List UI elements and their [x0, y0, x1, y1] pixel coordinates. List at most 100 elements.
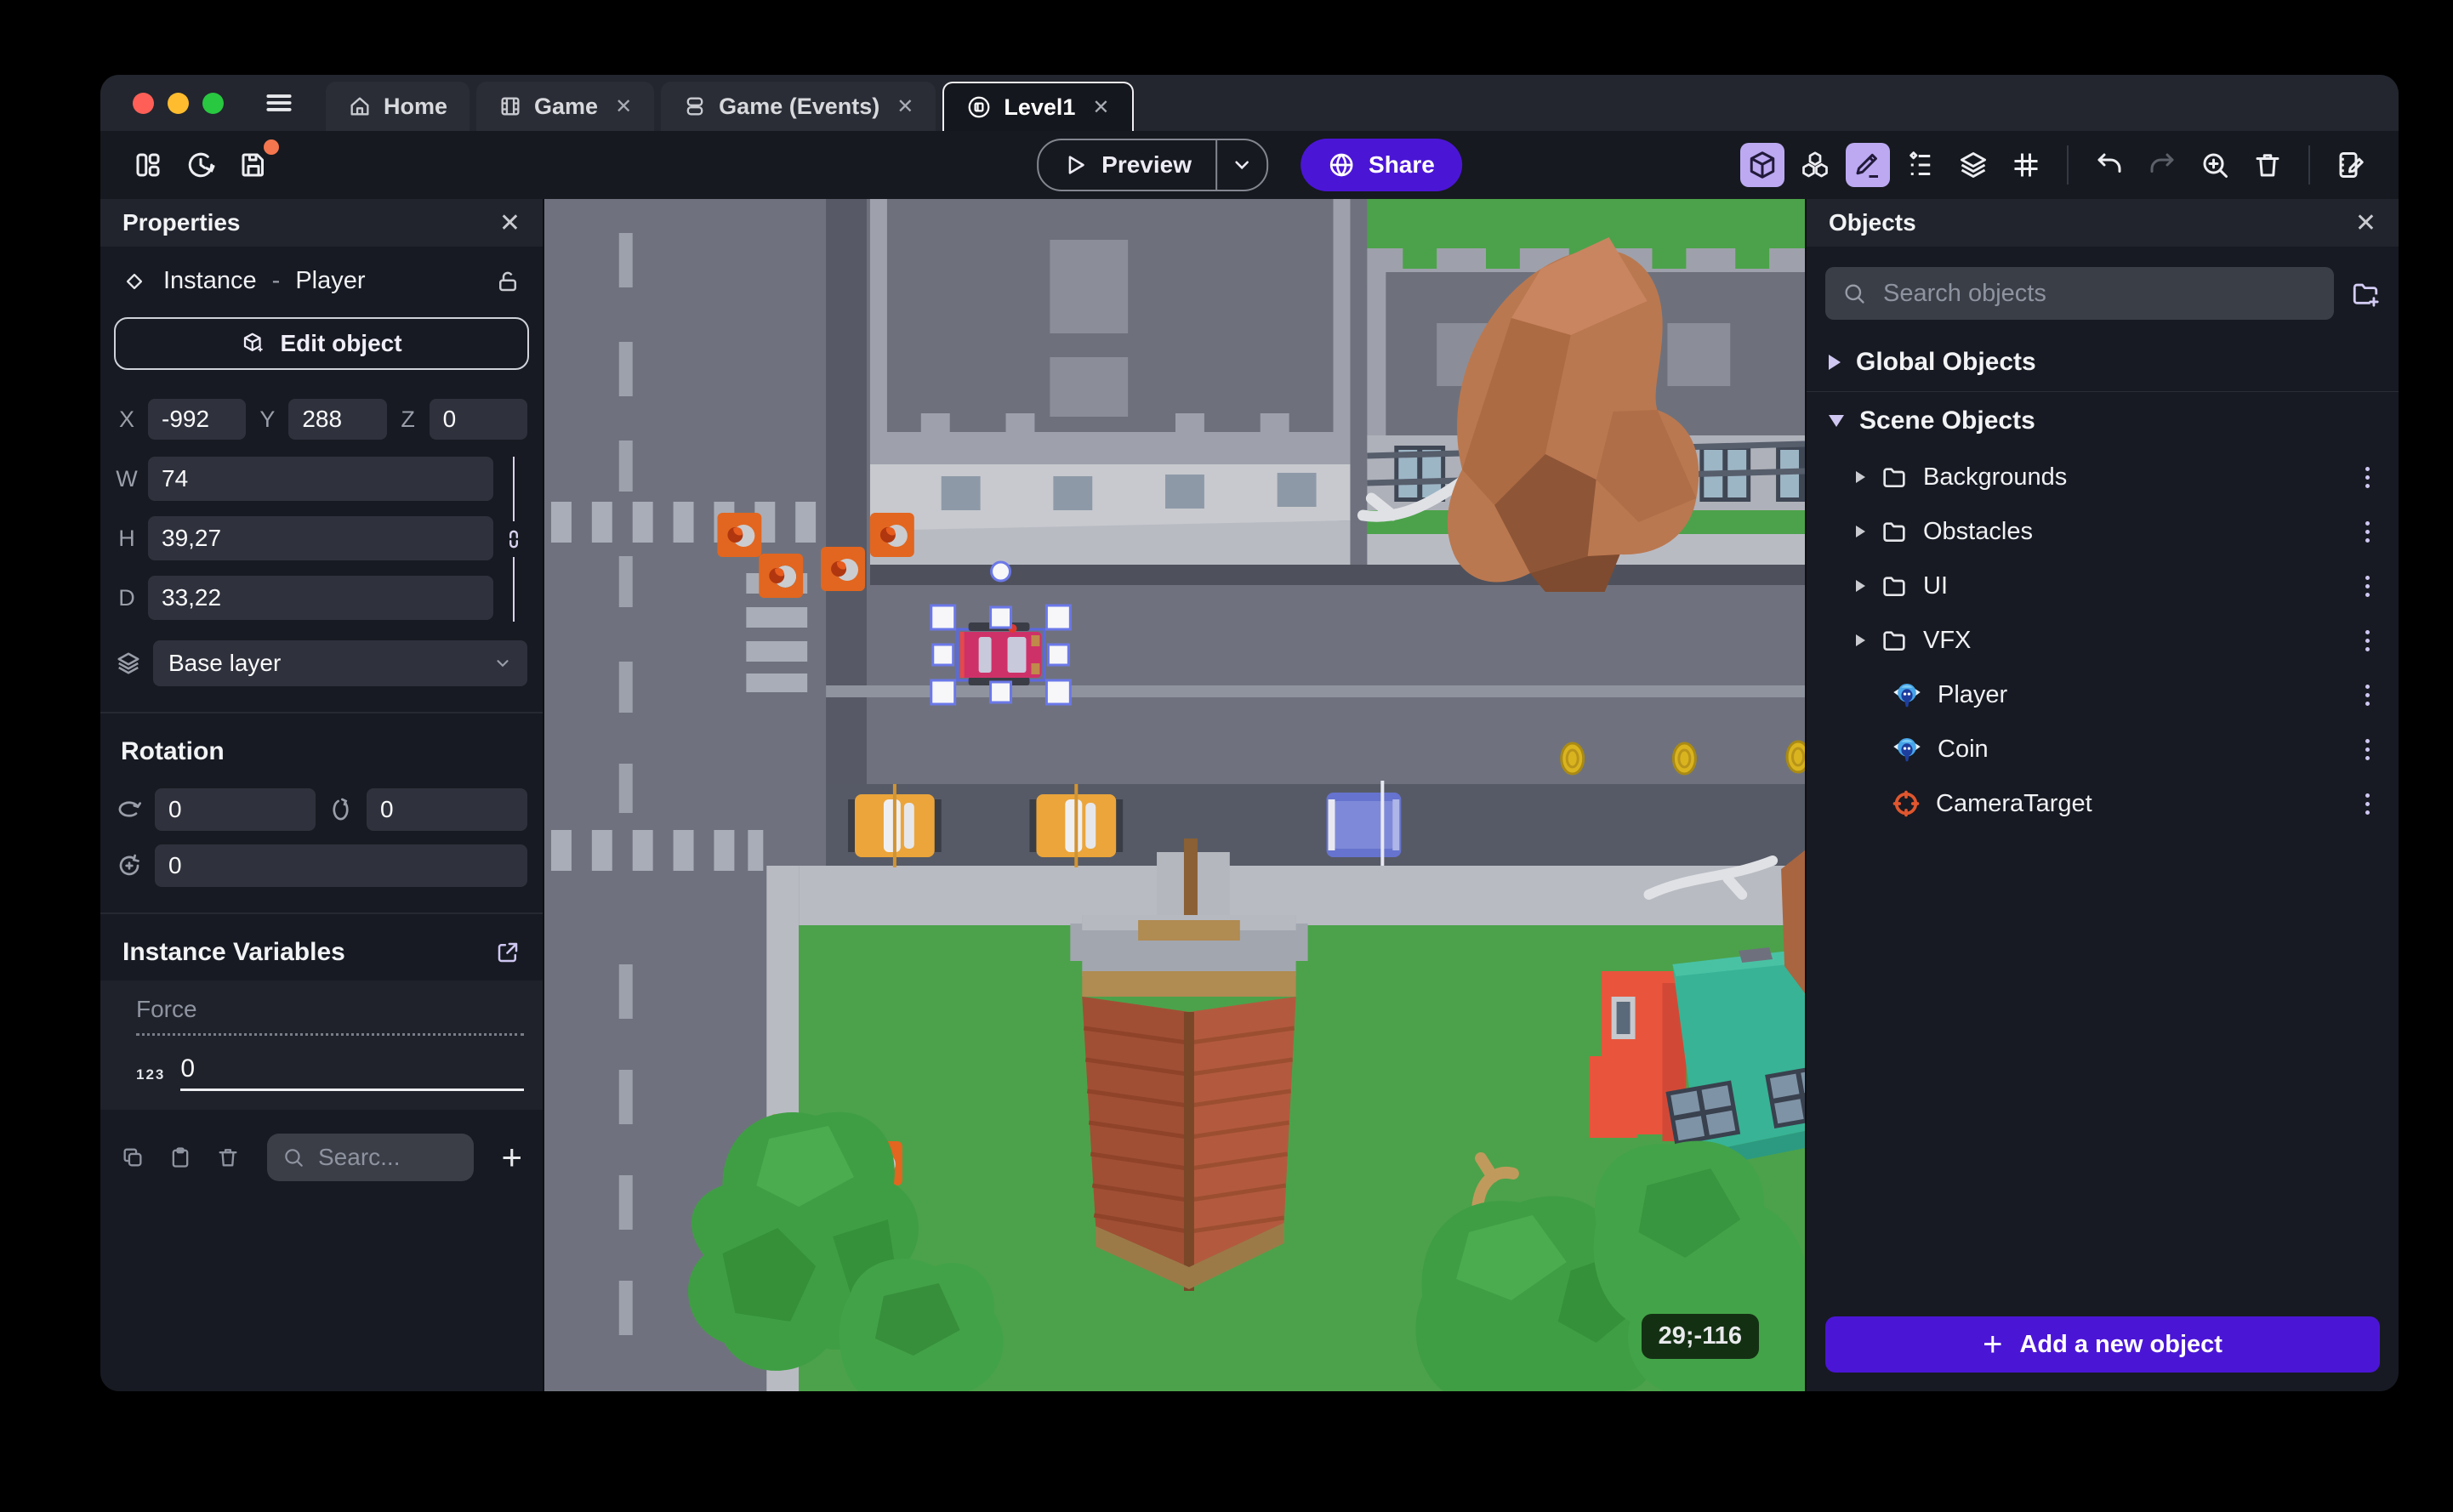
blue-car-instance[interactable] — [1326, 781, 1402, 866]
tab-close-icon[interactable]: ✕ — [1092, 95, 1109, 120]
variables-search[interactable] — [267, 1134, 475, 1181]
minimize-window-icon[interactable] — [168, 92, 189, 114]
scene-canvas[interactable]: 29;-116 — [543, 199, 1807, 1391]
variable-value-input[interactable]: 0 — [180, 1054, 524, 1091]
tab-label: Home — [384, 93, 448, 119]
edit-object-button[interactable]: Edit object — [114, 317, 529, 370]
kebab-menu-icon[interactable] — [2359, 732, 2376, 767]
group-scene-objects[interactable]: Scene Objects — [1807, 392, 2399, 450]
z-input[interactable]: 0 — [429, 399, 527, 440]
width-input[interactable]: 74 — [148, 457, 493, 501]
variables-search-input[interactable] — [316, 1143, 459, 1172]
preview-options-button[interactable] — [1217, 140, 1266, 190]
variable-type-badge: 123 — [136, 1066, 166, 1083]
kebab-menu-icon[interactable] — [2359, 569, 2376, 604]
instances-list-icon[interactable] — [1898, 143, 1943, 187]
kebab-menu-icon[interactable] — [2359, 787, 2376, 821]
add-folder-icon[interactable] — [2351, 279, 2380, 308]
add-variable-icon[interactable]: + — [501, 1140, 522, 1175]
tab-close-icon[interactable]: ✕ — [615, 94, 632, 119]
object-camera-target[interactable]: CameraTarget — [1807, 776, 2399, 831]
preview-button[interactable]: Preview — [1039, 140, 1215, 190]
kebab-menu-icon[interactable] — [2359, 623, 2376, 658]
kebab-menu-icon[interactable] — [2359, 678, 2376, 713]
trash-small-icon[interactable] — [216, 1145, 240, 1169]
x-input[interactable]: -992 — [148, 399, 247, 440]
cube-3d-icon[interactable] — [1740, 143, 1784, 187]
objects-stack-icon[interactable] — [1793, 143, 1837, 187]
tab-home[interactable]: Home — [326, 82, 470, 131]
pencil-icon[interactable] — [1846, 143, 1890, 187]
tab-label: Level1 — [1004, 94, 1076, 120]
rotation-y-input[interactable]: 0 — [367, 788, 527, 831]
add-new-object-button[interactable]: + Add a new object — [1825, 1316, 2380, 1373]
chevron-down-icon — [493, 654, 512, 673]
edit-object-label: Edit object — [280, 330, 402, 356]
tab-close-icon[interactable]: ✕ — [896, 94, 913, 119]
monkey-3d-icon — [1892, 679, 1922, 710]
rotation-z-input[interactable]: 0 — [155, 844, 527, 887]
x-label: X — [118, 406, 134, 432]
y-input[interactable]: 288 — [288, 399, 387, 440]
close-icon[interactable]: ✕ — [2355, 208, 2376, 238]
main-menu-icon[interactable] — [263, 87, 295, 119]
kebab-menu-icon[interactable] — [2359, 460, 2376, 495]
share-button[interactable]: Share — [1300, 139, 1462, 191]
properties-panel: Properties ✕ Instance - Player Edit obje… — [100, 199, 543, 1391]
folder-icon — [1881, 463, 1908, 491]
tab-game[interactable]: Game ✕ — [476, 82, 655, 131]
folder-backgrounds[interactable]: Backgrounds — [1807, 450, 2399, 504]
layout-icon[interactable] — [126, 143, 170, 187]
tab-label: Game (Events) — [719, 93, 880, 119]
player-instance-selected[interactable] — [956, 622, 1045, 685]
yellow-car-instance[interactable] — [848, 784, 942, 867]
redo-icon[interactable] — [2140, 143, 2184, 187]
objects-search-input[interactable] — [1881, 278, 2317, 309]
kebab-menu-icon[interactable] — [2359, 514, 2376, 549]
chevron-down-icon — [1829, 415, 1844, 427]
objects-search[interactable] — [1825, 267, 2334, 320]
variable-name[interactable]: Force — [136, 996, 524, 1036]
unlock-icon[interactable] — [495, 269, 521, 294]
object-player[interactable]: Player — [1807, 668, 2399, 722]
folder-obstacles[interactable]: Obstacles — [1807, 504, 2399, 559]
variable-row[interactable]: Force 123 0 — [100, 981, 543, 1110]
undo-icon[interactable] — [2087, 143, 2131, 187]
layer-select[interactable]: Base layer — [153, 640, 527, 686]
instance-kind: Instance — [163, 267, 257, 294]
maximize-window-icon[interactable] — [202, 92, 224, 114]
rotate-z-icon — [116, 852, 143, 879]
chevron-right-icon — [1829, 355, 1841, 370]
house-instance[interactable] — [1589, 947, 1805, 1168]
tab-level1[interactable]: Level1 ✕ — [942, 82, 1134, 131]
tab-game-events[interactable]: Game (Events) ✕ — [661, 82, 936, 131]
external-link-icon[interactable] — [495, 940, 521, 965]
history-icon[interactable] — [179, 143, 223, 187]
paste-icon[interactable] — [168, 1145, 192, 1169]
object-coin[interactable]: Coin — [1807, 722, 2399, 776]
folder-vfx[interactable]: VFX — [1807, 613, 2399, 668]
plus-icon: + — [1983, 1326, 2003, 1363]
play-icon — [1062, 152, 1088, 178]
camera-target-icon — [1892, 789, 1921, 818]
depth-input[interactable]: 33,22 — [148, 576, 493, 620]
grid-icon[interactable] — [2004, 143, 2048, 187]
trash-icon[interactable] — [2245, 143, 2290, 187]
save-icon[interactable] — [231, 139, 279, 187]
close-icon[interactable]: ✕ — [499, 208, 521, 238]
monkey-3d-icon — [1892, 734, 1922, 765]
building-block-left[interactable] — [869, 199, 1351, 570]
folder-ui[interactable]: UI — [1807, 559, 2399, 613]
layers-icon[interactable] — [1951, 143, 1995, 187]
height-input[interactable]: 39,27 — [148, 516, 493, 560]
yellow-car-instance[interactable] — [1029, 784, 1124, 867]
scene-render — [544, 199, 1805, 1391]
link-chain-icon[interactable] — [503, 528, 525, 550]
group-global-objects[interactable]: Global Objects — [1807, 333, 2399, 391]
close-window-icon[interactable] — [133, 92, 154, 114]
scene-editor-icon[interactable] — [2329, 143, 2373, 187]
copy-icon[interactable] — [121, 1145, 145, 1169]
zoom-in-icon[interactable] — [2193, 143, 2237, 187]
chevron-right-icon — [1856, 526, 1865, 537]
rotation-x-input[interactable]: 0 — [155, 788, 316, 831]
